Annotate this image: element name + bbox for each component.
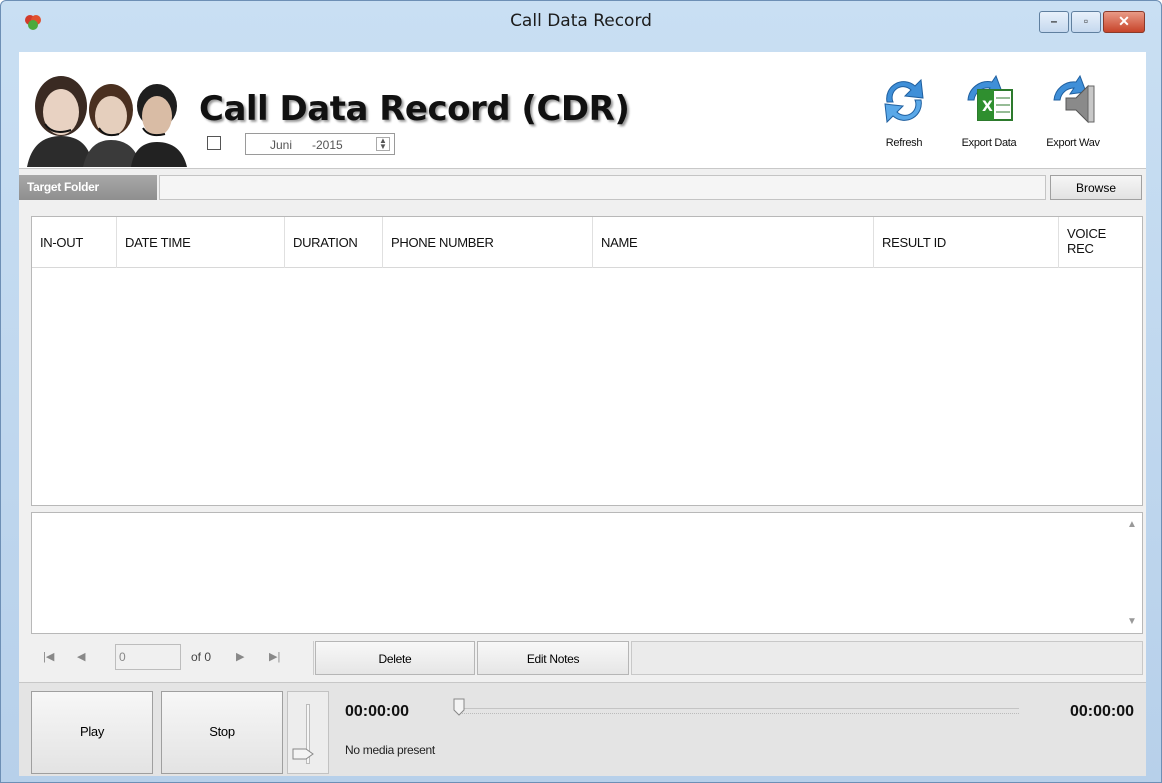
minimize-icon: –	[1050, 14, 1058, 28]
column-header-result-id[interactable]: RESULT ID	[874, 217, 1059, 268]
action-bar-spacer	[631, 641, 1143, 675]
media-status: No media present	[345, 743, 435, 757]
excel-export-icon: X	[967, 74, 1013, 121]
date-filter-checkbox[interactable]	[207, 136, 221, 150]
grid-header: IN-OUT DATE TIME DURATION PHONE NUMBER N…	[32, 217, 1142, 268]
prev-icon[interactable]: ◀	[77, 650, 85, 663]
edit-notes-button[interactable]: Edit Notes	[477, 641, 629, 675]
column-header-phone-number[interactable]: PHONE NUMBER	[383, 217, 593, 268]
volume-thumb-icon[interactable]	[292, 748, 314, 760]
target-folder-input[interactable]	[159, 175, 1046, 200]
target-folder-bar: Target Folder Browse	[19, 173, 1146, 202]
current-time: 00:00:00	[345, 703, 410, 720]
seek-track[interactable]	[459, 708, 1019, 714]
browse-button[interactable]: Browse	[1050, 175, 1142, 200]
minimize-button[interactable]: –	[1039, 11, 1069, 33]
next-icon[interactable]: ▶	[236, 650, 244, 663]
position-input[interactable]: 0	[115, 644, 181, 670]
last-icon[interactable]: ▶|	[269, 650, 280, 663]
refresh-button[interactable]: Refresh	[874, 72, 934, 149]
call-agents-image	[27, 76, 187, 167]
header-banner: Call Data Record (CDR) Juni -2015 ▲ ▼ Ref…	[19, 52, 1146, 169]
month-year-picker[interactable]: Juni -2015 ▲ ▼	[245, 133, 395, 155]
svg-text:X: X	[982, 99, 993, 115]
scroll-down-icon[interactable]: ▼	[1127, 616, 1137, 627]
close-button[interactable]: ✕	[1103, 11, 1145, 33]
export-wav-button[interactable]: Export Wav	[1037, 72, 1109, 149]
maximize-button[interactable]: ▫	[1071, 11, 1101, 33]
column-header-in-out[interactable]: IN-OUT	[32, 217, 117, 268]
export-data-label: Export Data	[961, 137, 1017, 149]
column-header-voice-rec[interactable]: VOICE REC	[1059, 217, 1142, 268]
refresh-icon	[884, 78, 924, 124]
picker-spinner[interactable]: ▲ ▼	[376, 137, 390, 151]
record-navigator: |◀ ◀ 0 of 0 ▶ ▶|	[31, 641, 314, 675]
record-count-label: of 0	[191, 650, 212, 664]
first-icon[interactable]: |◀	[43, 650, 54, 663]
window-controls: – ▫ ✕	[1037, 11, 1145, 33]
notes-scrollbar[interactable]: ▲ ▼	[1124, 513, 1142, 633]
column-header-duration[interactable]: DURATION	[285, 217, 383, 268]
picker-year: -2015	[312, 138, 343, 152]
delete-button[interactable]: Delete	[315, 641, 475, 675]
export-wav-label: Export Wav	[1046, 137, 1100, 149]
column-header-date-time[interactable]: DATE TIME	[117, 217, 285, 268]
notes-textarea[interactable]: ▲ ▼	[31, 512, 1143, 634]
maximize-icon: ▫	[1083, 14, 1089, 28]
scroll-up-icon[interactable]: ▲	[1127, 519, 1137, 530]
play-button[interactable]: Play	[31, 691, 153, 774]
seek-thumb-icon[interactable]	[453, 698, 465, 716]
main-window: Call Data Record – ▫ ✕ Call Data Record …	[0, 0, 1162, 783]
refresh-label: Refresh	[885, 137, 923, 149]
title-bar: Call Data Record – ▫ ✕	[1, 1, 1161, 49]
media-player: Play Stop 00:00:00 00:00:00 No media pre…	[19, 682, 1146, 776]
column-header-name[interactable]: NAME	[593, 217, 874, 268]
volume-slider[interactable]	[287, 691, 329, 774]
target-folder-label: Target Folder	[19, 175, 157, 200]
window-title: Call Data Record	[510, 11, 652, 31]
total-time: 00:00:00	[1069, 703, 1134, 720]
cdr-grid[interactable]: IN-OUT DATE TIME DURATION PHONE NUMBER N…	[31, 216, 1143, 506]
client-area: Call Data Record (CDR) Juni -2015 ▲ ▼ Ref…	[19, 52, 1146, 776]
stop-button[interactable]: Stop	[161, 691, 283, 774]
page-title: Call Data Record (CDR)	[199, 89, 630, 129]
close-icon: ✕	[1118, 13, 1130, 29]
picker-month: Juni	[270, 138, 293, 152]
wav-export-icon	[1053, 74, 1095, 124]
export-data-button[interactable]: X Export Data	[951, 72, 1027, 149]
